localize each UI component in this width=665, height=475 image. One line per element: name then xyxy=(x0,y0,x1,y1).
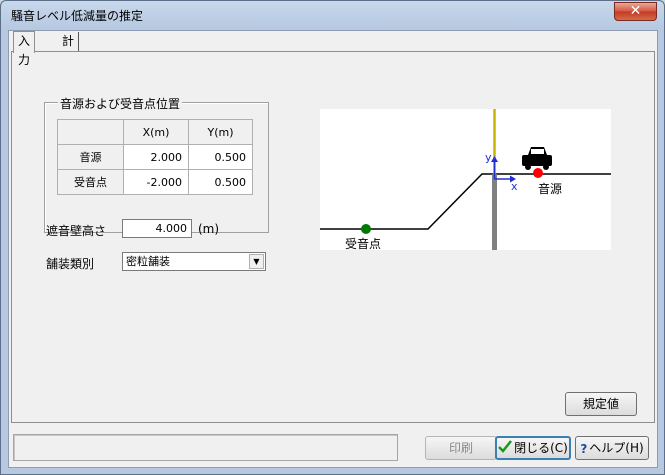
car-icon xyxy=(522,147,552,170)
table-corner-cell xyxy=(57,119,124,145)
window-title: 騒音レベル低減量の推定 xyxy=(11,9,144,23)
tab-results[interactable]: 計算結果 xyxy=(58,32,80,105)
status-message-box xyxy=(13,434,398,461)
row-header-source: 音源 xyxy=(57,144,124,170)
title-bar: 騒音レベル低減量の推定 ✕ xyxy=(1,1,664,29)
wall-height-unit: (m) xyxy=(198,222,220,236)
client-area: 入力 計算結果 音源および受音点位置 X(m) Y(m) 音源 2.000 0.… xyxy=(8,30,658,468)
help-button[interactable]: ? ヘルプ(H) xyxy=(575,436,649,460)
row-header-receiver: 受音点 xyxy=(57,169,124,195)
column-header-x: X(m) xyxy=(123,119,189,145)
receiver-y-cell[interactable]: 0.500 xyxy=(188,169,253,195)
table-header-row: X(m) Y(m) xyxy=(57,119,253,145)
print-button[interactable]: 印刷 xyxy=(425,436,497,460)
position-diagram: y x 音源 受音点 xyxy=(320,109,611,250)
noise-barrier-wall xyxy=(492,174,497,250)
close-button[interactable]: 閉じる(C) xyxy=(495,436,571,460)
defaults-button[interactable]: 規定値 xyxy=(565,392,637,416)
table-row: 音源 2.000 0.500 xyxy=(57,144,253,170)
position-table: X(m) Y(m) 音源 2.000 0.500 受音点 -2.000 0.50… xyxy=(57,119,253,195)
close-button-label: 閉じる(C) xyxy=(514,441,568,455)
column-header-y: Y(m) xyxy=(188,119,253,145)
y-axis-arrowhead xyxy=(491,156,498,162)
help-button-label: ヘルプ(H) xyxy=(589,441,644,455)
window-close-button[interactable]: ✕ xyxy=(614,2,657,21)
ground-profile xyxy=(320,173,611,230)
receiver-label: 受音点 xyxy=(345,236,381,250)
y-axis-label: y xyxy=(485,151,492,164)
receiver-marker xyxy=(361,224,371,234)
sound-source-label: 音源 xyxy=(538,181,562,196)
checkmark-icon xyxy=(498,439,513,459)
source-x-cell[interactable]: 2.000 xyxy=(123,144,189,170)
tab-panel-input: 音源および受音点位置 X(m) Y(m) 音源 2.000 0.500 受音点 … xyxy=(11,51,655,423)
position-group-title: 音源および受音点位置 xyxy=(58,95,183,112)
source-y-cell[interactable]: 0.500 xyxy=(188,144,253,170)
sound-source-marker xyxy=(533,168,543,178)
pavement-type-select[interactable]: 密粒舗装 ▼ xyxy=(122,252,266,271)
pavement-type-label: 舗装類別 xyxy=(46,257,95,271)
wall-height-label: 遮音壁高さ xyxy=(46,224,107,238)
receiver-x-cell[interactable]: -2.000 xyxy=(123,169,189,195)
dropdown-arrow-icon[interactable]: ▼ xyxy=(249,254,264,269)
pavement-selected-value: 密粒舗装 xyxy=(126,255,170,268)
wall-height-input[interactable]: 4.000 xyxy=(122,219,192,238)
help-question-icon: ? xyxy=(580,441,588,456)
dialog-window: 騒音レベル低減量の推定 ✕ 入力 計算結果 音源および受音点位置 X(m) Y(… xyxy=(0,0,665,475)
tab-input[interactable]: 入力 xyxy=(13,31,36,67)
table-row: 受音点 -2.000 0.500 xyxy=(57,169,253,195)
x-axis-label: x xyxy=(511,180,518,193)
